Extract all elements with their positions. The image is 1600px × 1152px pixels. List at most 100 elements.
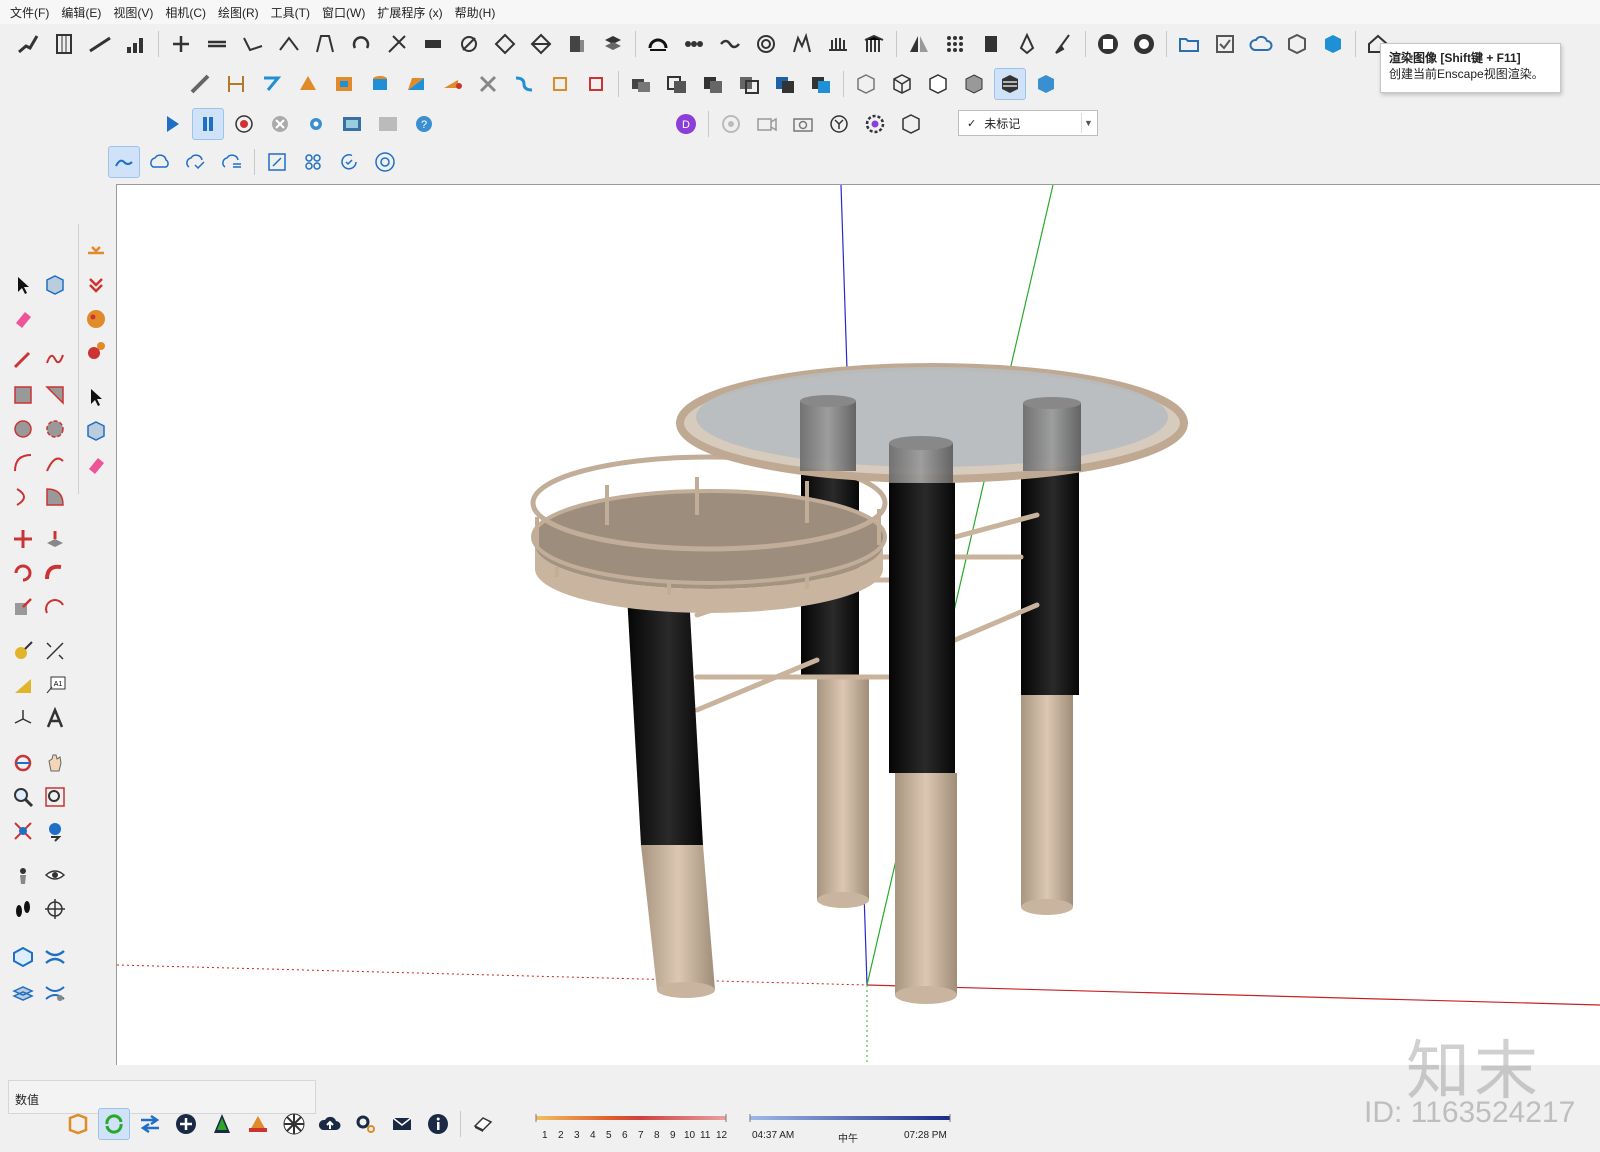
tool-icon-2[interactable] (201, 28, 233, 60)
zoom-extents-icon[interactable] (8, 816, 38, 846)
box-orange-icon[interactable] (328, 68, 360, 100)
play-icon[interactable] (156, 108, 188, 140)
enscape-start-icon[interactable]: D (670, 108, 702, 140)
film-icon[interactable] (336, 108, 368, 140)
box-icon[interactable] (975, 28, 1007, 60)
circle-icon[interactable] (8, 414, 38, 444)
array-icon[interactable] (939, 28, 971, 60)
menu-camera[interactable]: 相机(C) (159, 4, 212, 21)
select-arrow-icon-2[interactable] (81, 382, 111, 412)
plugin-icon-2[interactable] (1128, 28, 1160, 60)
tool-icon-6[interactable] (345, 28, 377, 60)
pause-icon[interactable] (192, 108, 224, 140)
text-icon[interactable]: A1 (40, 670, 70, 700)
tool-icon-14[interactable] (642, 28, 674, 60)
polygon-icon[interactable] (40, 414, 70, 444)
walk-icon[interactable] (8, 894, 38, 924)
corner-red-icon[interactable] (580, 68, 612, 100)
line-icon[interactable] (184, 68, 216, 100)
tree-icon[interactable] (206, 1108, 238, 1140)
axes-icon[interactable] (8, 704, 38, 734)
follow-me-icon[interactable] (40, 558, 70, 588)
cloud-list-icon[interactable] (216, 146, 248, 178)
video-icon[interactable] (751, 108, 783, 140)
menu-draw[interactable]: 绘图(R) (212, 4, 265, 21)
protractor-icon[interactable] (8, 670, 38, 700)
resize-icon[interactable] (261, 146, 293, 178)
offset-icon[interactable] (40, 592, 70, 622)
settings-orange-icon[interactable] (81, 336, 111, 366)
group-icon-6[interactable] (805, 68, 837, 100)
cloud-check-icon[interactable] (180, 146, 212, 178)
style-shaded-icon[interactable] (958, 68, 990, 100)
sandbox-icon-3[interactable] (8, 978, 38, 1008)
tool-icon-18[interactable] (786, 28, 818, 60)
sandbox-icon-1[interactable] (8, 942, 38, 972)
paint-icon[interactable] (81, 304, 111, 334)
pencil-icon[interactable] (8, 344, 38, 374)
rotated-rectangle-icon[interactable] (40, 380, 70, 410)
tool-icon-9[interactable] (453, 28, 485, 60)
plugin-icon-1[interactable] (1092, 28, 1124, 60)
tool-icon-3[interactable] (237, 28, 269, 60)
rotate-icon[interactable] (8, 558, 38, 588)
help-icon[interactable]: ? (408, 108, 440, 140)
wedge-icon[interactable] (400, 68, 432, 100)
sandbox-icon-2[interactable] (40, 942, 70, 972)
pen-nib-icon[interactable] (1011, 28, 1043, 60)
previous-view-icon[interactable] (40, 816, 70, 846)
look-around-icon[interactable] (40, 860, 70, 890)
components-icon[interactable] (297, 146, 329, 178)
menu-edit[interactable]: 编辑(E) (55, 4, 107, 21)
position-camera-icon[interactable] (8, 860, 38, 890)
stairs-icon[interactable] (12, 28, 44, 60)
cloud-icon[interactable] (1245, 28, 1277, 60)
corner-icon[interactable] (544, 68, 576, 100)
ramp-icon[interactable] (84, 28, 116, 60)
gears-icon[interactable] (350, 1108, 382, 1140)
eraser-icon-2[interactable] (81, 450, 111, 480)
move-icon[interactable] (8, 524, 38, 554)
fold-icon[interactable] (81, 270, 111, 300)
tool-icon-8[interactable] (417, 28, 449, 60)
tool-icon-20[interactable] (858, 28, 890, 60)
cube-icon[interactable] (1281, 28, 1313, 60)
cone-icon[interactable] (436, 68, 468, 100)
tool-icon-16[interactable] (714, 28, 746, 60)
dimension-icon[interactable] (220, 68, 252, 100)
refresh-icon[interactable] (98, 1108, 130, 1140)
push-pull-icon[interactable] (40, 524, 70, 554)
mirror-icon[interactable] (903, 28, 935, 60)
dimensions-icon[interactable] (40, 636, 70, 666)
style-textured-icon[interactable] (994, 68, 1026, 100)
column-icon[interactable] (48, 28, 80, 60)
checkbox-icon[interactable] (1209, 28, 1241, 60)
stop-icon[interactable] (264, 108, 296, 140)
zoom-window-icon[interactable] (40, 782, 70, 812)
transfer-icon[interactable] (134, 1108, 166, 1140)
tool-icon-1[interactable] (165, 28, 197, 60)
add-circle-icon[interactable] (170, 1108, 202, 1140)
render-icon[interactable] (823, 108, 855, 140)
scale-icon[interactable] (8, 592, 38, 622)
pie-icon[interactable] (40, 482, 70, 512)
checker-icon[interactable] (278, 1108, 310, 1140)
component-icon-2[interactable] (81, 416, 111, 446)
menu-tools[interactable]: 工具(T) (265, 4, 316, 21)
info-icon[interactable] (422, 1108, 454, 1140)
menu-file[interactable]: 文件(F) (4, 4, 55, 21)
cloud-upload-icon[interactable] (314, 1108, 346, 1140)
tool-icon-15[interactable] (678, 28, 710, 60)
film-settings-icon[interactable] (372, 108, 404, 140)
style-monochrome-icon[interactable] (1030, 68, 1062, 100)
model-viewport[interactable] (116, 184, 1600, 1065)
section-plane-icon[interactable] (40, 894, 70, 924)
tool-icon-17[interactable] (750, 28, 782, 60)
tool-icon-11[interactable] (525, 28, 557, 60)
cloud-share-icon[interactable] (144, 146, 176, 178)
rectangle-icon[interactable] (8, 380, 38, 410)
group-icon-1[interactable] (625, 68, 657, 100)
make-component-icon[interactable] (40, 270, 70, 300)
tool-icon-4[interactable] (273, 28, 305, 60)
cross-icon[interactable] (472, 68, 504, 100)
